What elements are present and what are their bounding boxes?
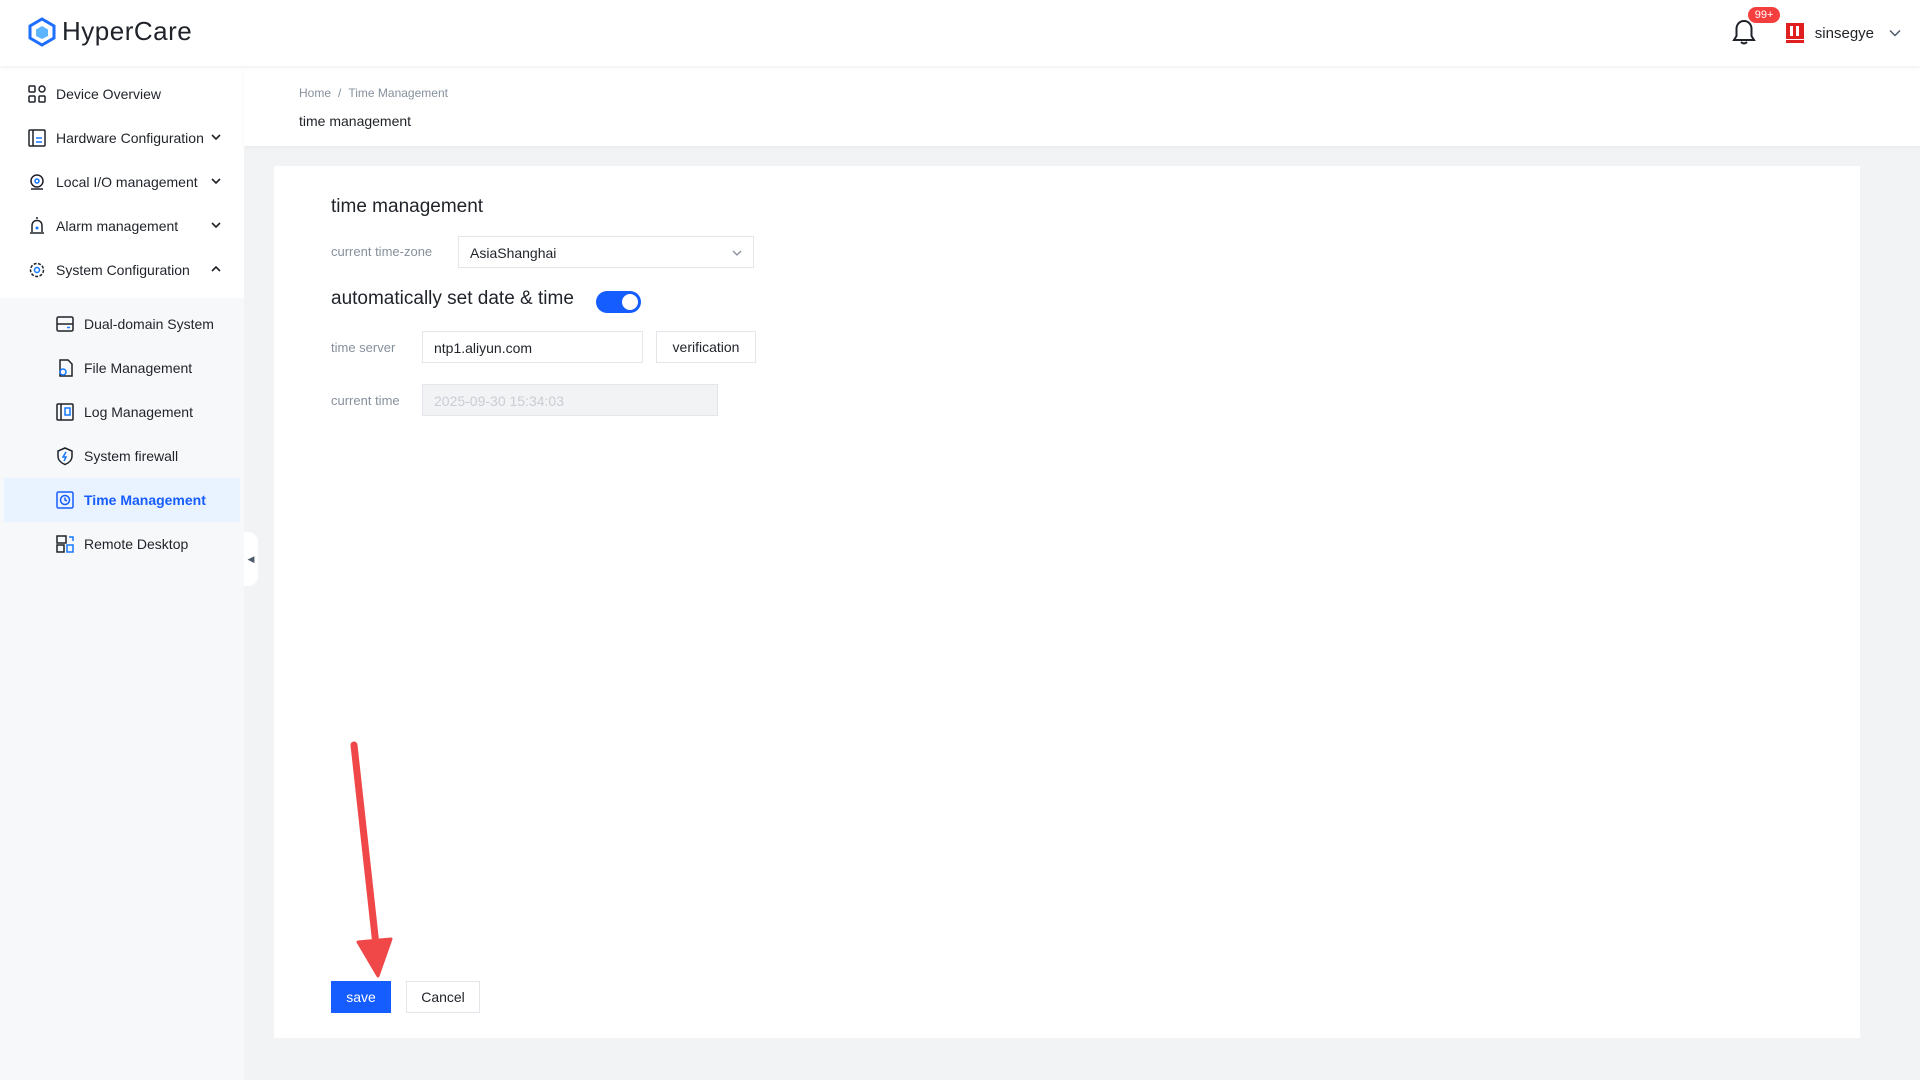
app-logo[interactable]: HyperCare — [28, 16, 192, 47]
sidebar-item-log-management[interactable]: Log Management — [4, 390, 240, 434]
sidebar-item-local-io-management[interactable]: Local I/O management — [0, 160, 244, 204]
sidebar-item-dual-domain-system[interactable]: Dual-domain System — [4, 302, 240, 346]
time-server-value: ntp1.aliyun.com — [434, 340, 533, 356]
time-server-input[interactable]: ntp1.aliyun.com — [422, 331, 643, 363]
chevron-down-icon[interactable] — [1888, 26, 1902, 40]
sidebar-item-label: Remote Desktop — [84, 536, 189, 552]
sidebar-item-system-firewall[interactable]: System firewall — [4, 434, 240, 478]
chevron-up-icon — [211, 265, 221, 272]
cancel-button[interactable]: Cancel — [406, 981, 480, 1013]
sidebar-item-file-management[interactable]: File Management — [4, 346, 240, 390]
sidebar-collapse-handle[interactable]: ◀ — [244, 532, 258, 586]
file-gear-icon — [54, 357, 76, 379]
auto-time-label: automatically set date & time — [331, 288, 574, 309]
clock-icon — [54, 489, 76, 511]
server-icon — [54, 313, 76, 335]
sidebar: Device Overview Hardware Configuration L… — [0, 66, 244, 1080]
user-name[interactable]: sinsegye — [1815, 25, 1874, 42]
sidebar-item-time-management[interactable]: Time Management — [4, 478, 240, 522]
page-title: time management — [299, 113, 412, 129]
timezone-value: AsiaShanghai — [470, 245, 557, 261]
caret-left-icon: ◀ — [247, 553, 255, 564]
remote-desktop-icon — [54, 533, 76, 555]
sidebar-item-label: File Management — [84, 360, 193, 376]
shield-icon — [54, 445, 76, 467]
current-time-value: 2025-09-30 15:34:03 — [434, 393, 564, 409]
timezone-select[interactable]: AsiaShanghai — [458, 236, 754, 268]
hardware-icon — [26, 128, 48, 148]
toggle-knob — [622, 294, 638, 310]
avatar[interactable] — [1783, 21, 1807, 45]
sidebar-item-label: Device Overview — [56, 86, 162, 102]
notification-badge: 99+ — [1746, 6, 1782, 24]
chevron-down-icon — [211, 222, 221, 229]
sidebar-item-system-configuration[interactable]: System Configuration — [0, 248, 244, 292]
io-icon — [26, 172, 48, 192]
sidebar-item-label: Dual-domain System — [84, 316, 214, 332]
time-management-card: time management current time-zone AsiaSh… — [274, 166, 1860, 1038]
notification-button[interactable]: 99+ — [1731, 6, 1782, 48]
sidebar-item-label: System firewall — [84, 448, 179, 464]
sidebar-item-remote-desktop[interactable]: Remote Desktop — [4, 522, 240, 566]
gear-icon — [26, 260, 48, 280]
hypercare-logo-icon — [28, 16, 56, 47]
section-title: time management — [331, 196, 484, 217]
breadcrumb-bar: Home / Time Management time management — [244, 66, 1920, 146]
alarm-icon — [26, 216, 48, 236]
sidebar-item-label: Hardware Configuration — [56, 130, 204, 146]
sidebar-item-label: Log Management — [84, 404, 193, 420]
top-header: HyperCare 99+ sinsegye — [0, 0, 1920, 66]
app-name: HyperCare — [62, 16, 193, 46]
sidebar-item-label: System Configuration — [56, 262, 190, 278]
auto-time-toggle[interactable] — [596, 291, 641, 313]
grid-icon — [26, 84, 48, 104]
breadcrumb-separator: / — [338, 86, 342, 100]
sidebar-item-device-overview[interactable]: Device Overview — [0, 72, 244, 116]
time-server-label: time server — [331, 340, 396, 355]
sidebar-item-label: Alarm management — [56, 218, 179, 234]
chevron-down-icon — [211, 178, 221, 185]
verification-button[interactable]: verification — [656, 331, 756, 363]
sidebar-item-hardware-configuration[interactable]: Hardware Configuration — [0, 116, 244, 160]
chevron-down-icon — [732, 250, 742, 256]
breadcrumb-current: Time Management — [348, 86, 448, 100]
log-icon — [54, 401, 76, 423]
timezone-label: current time-zone — [331, 244, 433, 259]
breadcrumb-home[interactable]: Home — [299, 86, 331, 100]
sidebar-item-label: Local I/O management — [56, 174, 198, 190]
breadcrumb: Home / Time Management — [299, 86, 448, 100]
chevron-down-icon — [211, 134, 221, 141]
system-configuration-submenu: Dual-domain System File Management Log M… — [0, 298, 244, 572]
current-time-field: 2025-09-30 15:34:03 — [422, 384, 718, 416]
sidebar-item-alarm-management[interactable]: Alarm management — [0, 204, 244, 248]
current-time-label: current time — [331, 393, 400, 408]
save-button[interactable]: save — [331, 981, 391, 1013]
sidebar-item-label: Time Management — [84, 492, 206, 508]
